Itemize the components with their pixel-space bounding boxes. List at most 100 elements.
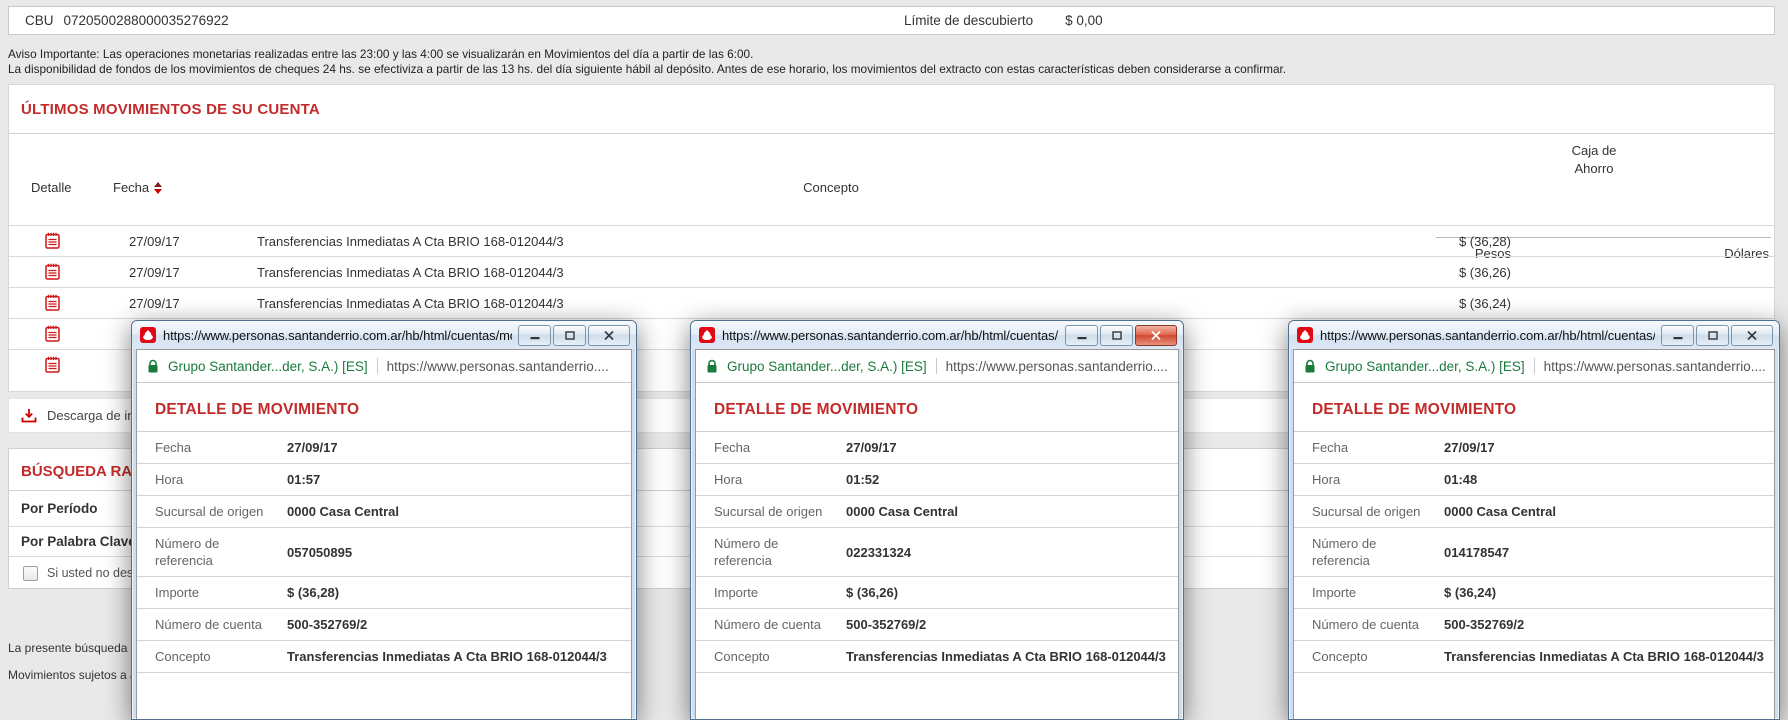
minimize-button[interactable] [518,325,551,346]
field-value: 01:52 [846,472,879,487]
window-title-url: https://www.personas.santanderrio.com.ar… [722,328,1059,343]
movement-amount-pesos: $ (36,24) [1459,296,1511,311]
field-value: 01:57 [287,472,320,487]
field-label: Sucursal de origen [1312,503,1444,520]
field-value: 022331324 [846,545,911,560]
popup-window-detalle-1: https://www.personas.santanderrio.com.ar… [131,320,637,720]
maximize-icon [1708,331,1718,340]
detail-field-row: Hora01:48 [1294,464,1774,496]
field-label: Número de referencia [714,535,794,569]
column-header-fecha[interactable]: Fecha [113,180,162,195]
minimize-button[interactable] [1065,325,1098,346]
detail-field-row: Importe$ (36,24) [1294,577,1774,609]
window-titlebar[interactable]: https://www.personas.santanderrio.com.ar… [132,321,636,349]
table-row: 27/09/17 Transferencias Inmediatas A Cta… [9,256,1774,287]
lock-icon [147,359,159,374]
movement-concept: Transferencias Inmediatas A Cta BRIO 168… [257,234,564,249]
certificate-name[interactable]: Grupo Santander...der, S.A.) [ES] [727,359,927,374]
movement-date: 27/09/17 [129,234,180,249]
field-value: 01:48 [1444,472,1477,487]
field-label: Hora [1312,471,1444,488]
security-bar: Grupo Santander...der, S.A.) [ES] https:… [1294,350,1774,383]
window-body: Grupo Santander...der, S.A.) [ES] https:… [1293,349,1775,719]
detail-field-row: ConceptoTransferencias Inmediatas A Cta … [137,641,631,673]
field-value: 27/09/17 [287,440,338,455]
detail-field-row: Fecha27/09/17 [696,432,1178,464]
movement-date: 27/09/17 [129,265,180,280]
detail-field-row: Número de cuenta500-352769/2 [696,609,1178,641]
maximize-button[interactable] [1696,325,1729,346]
popup-window-detalle-3: https://www.personas.santanderrio.com.ar… [1288,320,1780,720]
minimize-icon [1077,331,1087,340]
security-bar: Grupo Santander...der, S.A.) [ES] https:… [137,350,631,383]
detail-field-row: Número de cuenta500-352769/2 [137,609,631,641]
movement-detail-icon[interactable] [45,356,60,373]
close-button[interactable] [1731,325,1773,346]
overdraft-limit-value: $ 0,00 [1065,13,1103,28]
security-bar: Grupo Santander...der, S.A.) [ES] https:… [696,350,1178,383]
overdraft-limit-field: Límite de descubierto$ 0,00 [904,13,1103,28]
movement-detail-icon[interactable] [45,263,60,280]
field-label: Importe [155,584,287,601]
close-button[interactable] [588,325,630,346]
field-label: Número de cuenta [714,616,846,633]
ahorro-label: Ahorro [1574,161,1613,176]
window-controls [518,325,630,346]
field-value: 27/09/17 [846,440,897,455]
certificate-name[interactable]: Grupo Santander...der, S.A.) [ES] [1325,359,1525,374]
maximize-button[interactable] [553,325,586,346]
search-option-checkbox[interactable] [23,566,38,581]
maximize-button[interactable] [1100,325,1133,346]
sort-arrows-icon[interactable] [154,182,162,194]
window-body: Grupo Santander...der, S.A.) [ES] https:… [695,349,1179,719]
detail-field-row: Importe$ (36,26) [696,577,1178,609]
important-notice: Aviso Importante: Las operaciones moneta… [8,47,1286,77]
detail-heading: DETALLE DE MOVIMIENTO [1294,383,1774,432]
field-label: Importe [1312,584,1444,601]
field-value: 0000 Casa Central [846,504,958,519]
field-value: 500-352769/2 [1444,617,1524,632]
detail-field-row: Hora01:57 [137,464,631,496]
field-value: $ (36,28) [287,585,339,600]
detail-field-row: Hora01:52 [696,464,1178,496]
field-value: $ (36,26) [846,585,898,600]
field-label: Hora [155,471,287,488]
field-label: Fecha [155,439,287,456]
field-label: Sucursal de origen [155,503,287,520]
certificate-name[interactable]: Grupo Santander...der, S.A.) [ES] [168,359,368,374]
close-icon [1747,331,1757,340]
minimize-button[interactable] [1661,325,1694,346]
movement-concept: Transferencias Inmediatas A Cta BRIO 168… [257,265,564,280]
field-value: Transferencias Inmediatas A Cta BRIO 168… [846,649,1166,664]
close-icon [604,331,614,340]
fecha-header-label: Fecha [113,180,149,195]
field-label: Concepto [1312,648,1444,665]
popup-window-detalle-2: https://www.personas.santanderrio.com.ar… [690,320,1184,720]
close-button[interactable] [1135,325,1177,346]
field-value: Transferencias Inmediatas A Cta BRIO 168… [287,649,607,664]
window-title-url: https://www.personas.santanderrio.com.ar… [1320,328,1655,343]
caja-de-label: Caja de [1572,143,1617,158]
movement-detail-icon[interactable] [45,232,60,249]
window-title-url: https://www.personas.santanderrio.com.ar… [163,328,512,343]
security-separator [1534,358,1535,374]
field-label: Número de cuenta [155,616,287,633]
window-titlebar[interactable]: https://www.personas.santanderrio.com.ar… [691,321,1183,349]
movement-detail-icon[interactable] [45,325,60,342]
detail-field-row: Número de cuenta500-352769/2 [1294,609,1774,641]
detail-field-row: Número de referencia057050895 [137,528,631,577]
field-value: 27/09/17 [1444,440,1495,455]
field-value: Transferencias Inmediatas A Cta BRIO 168… [1444,649,1764,664]
detail-field-row: Sucursal de origen0000 Casa Central [696,496,1178,528]
movement-amount-pesos: $ (36,26) [1459,265,1511,280]
detail-field-row: ConceptoTransferencias Inmediatas A Cta … [696,641,1178,673]
field-label: Importe [714,584,846,601]
movement-amount-pesos: $ (36,28) [1459,234,1511,249]
notice-line-1: Aviso Importante: Las operaciones moneta… [8,47,1286,62]
window-titlebar[interactable]: https://www.personas.santanderrio.com.ar… [1289,321,1779,349]
maximize-icon [565,331,575,340]
field-label: Concepto [714,648,846,665]
column-header-concepto: Concepto [701,180,961,195]
field-value: $ (36,24) [1444,585,1496,600]
movement-detail-icon[interactable] [45,294,60,311]
